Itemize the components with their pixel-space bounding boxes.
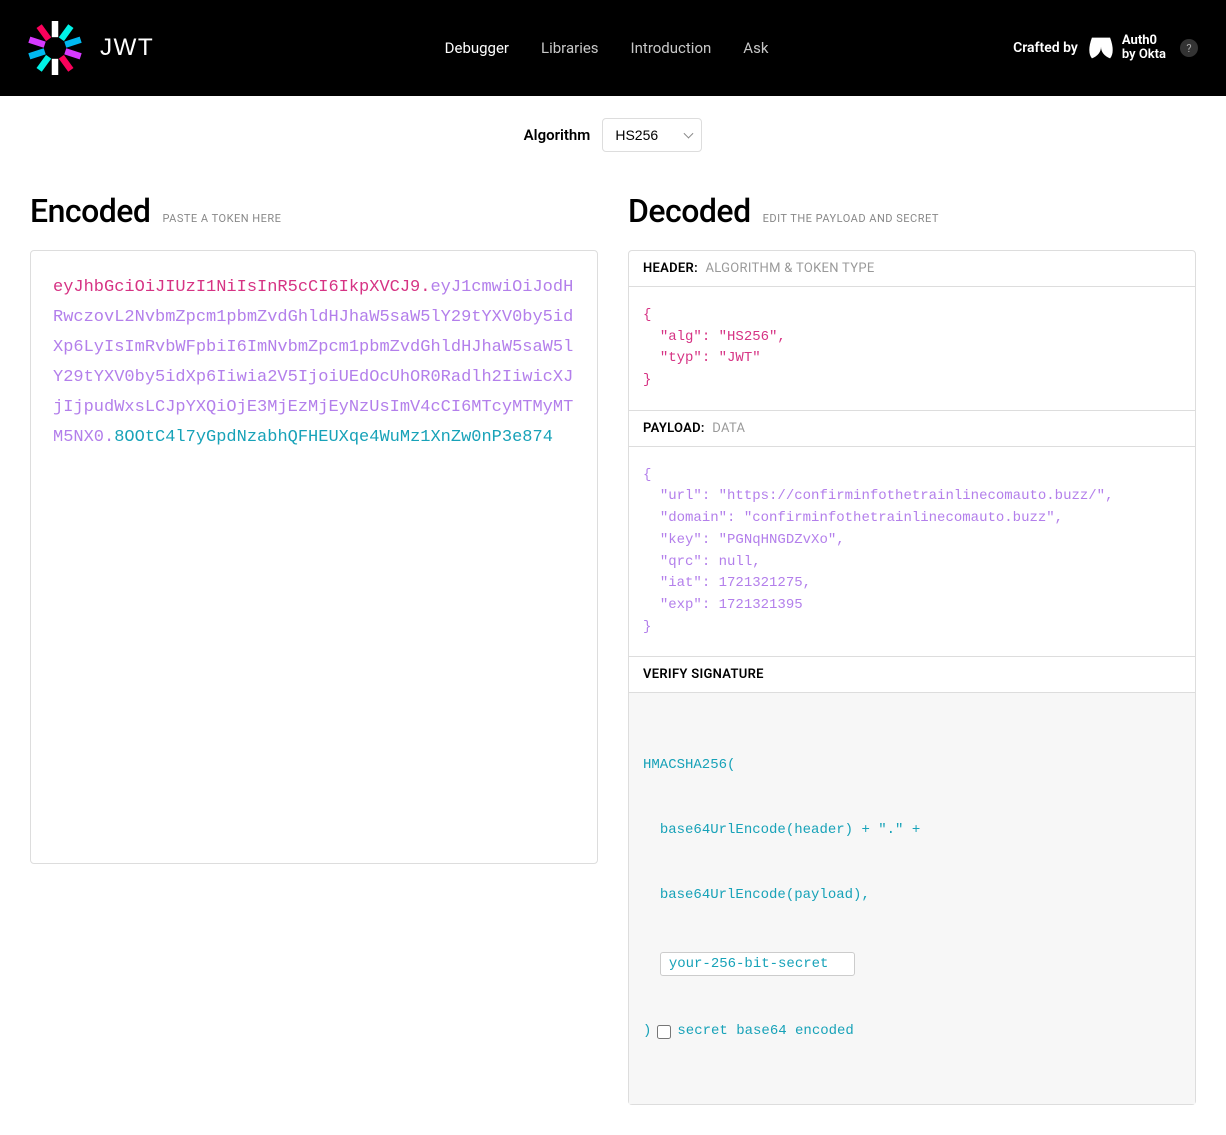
crafted-label: Crafted by — [1013, 40, 1078, 56]
payload-sublabel: DATA — [712, 421, 745, 436]
payload-label: PAYLOAD: — [643, 421, 705, 436]
okta-text: by Okta — [1122, 48, 1166, 62]
auth0-shield-icon — [1088, 35, 1114, 61]
secret-base64-checkbox[interactable] — [657, 1025, 671, 1039]
decoded-hint: EDIT THE PAYLOAD AND SECRET — [763, 212, 939, 225]
header-label: HEADER: — [643, 261, 698, 276]
token-header-part: eyJhbGciOiJIUzI1NiIsInR5cCI6IkpXVCJ9 — [53, 278, 420, 297]
encoded-token-input[interactable]: eyJhbGciOiJIUzI1NiIsInR5cCI6IkpXVCJ9.eyJ… — [30, 250, 598, 864]
algorithm-bar: Algorithm HS256 — [0, 118, 1226, 152]
crafted-by[interactable]: Crafted by Auth0 by Okta — [1013, 34, 1166, 61]
decoded-title: Decoded — [628, 192, 751, 230]
sig-line1: HMACSHA256( — [643, 755, 1181, 777]
jwt-wordmark-icon: JWT — [100, 33, 200, 63]
main-nav: Debugger Libraries Introduction Ask — [445, 39, 769, 57]
auth0-text: Auth0 — [1122, 34, 1166, 48]
help-icon[interactable]: ? — [1180, 39, 1198, 57]
nav-libraries[interactable]: Libraries — [541, 39, 599, 57]
algorithm-select[interactable]: HS256 — [602, 118, 702, 152]
sig-closing: ) — [643, 1021, 651, 1043]
token-payload-part: eyJ1cmwiOiJodHRwczovL2NvbmZpcm1pbmZvdGhl… — [53, 278, 573, 447]
secret-base64-label: secret base64 encoded — [677, 1021, 853, 1043]
top-navbar: JWT Debugger Libraries Introduction Ask … — [0, 0, 1226, 96]
svg-text:JWT: JWT — [100, 34, 154, 61]
sig-line3: base64UrlEncode(payload), — [643, 885, 1181, 907]
payload-json[interactable]: { "url": "https://confirminfothetrainlin… — [629, 447, 1195, 657]
signature-label: VERIFY SIGNATURE — [643, 667, 764, 682]
secret-input[interactable] — [660, 952, 855, 976]
encoded-title: Encoded — [30, 192, 150, 230]
nav-debugger[interactable]: Debugger — [445, 39, 509, 57]
signature-subpanel: VERIFY SIGNATURE HMACSHA256( base64UrlEn… — [629, 656, 1195, 1104]
algorithm-label: Algorithm — [524, 126, 591, 144]
encoded-column: Encoded PASTE A TOKEN HERE eyJhbGciOiJIU… — [30, 192, 598, 864]
decoded-column: Decoded EDIT THE PAYLOAD AND SECRET HEAD… — [628, 192, 1196, 1105]
header-sublabel: ALGORITHM & TOKEN TYPE — [705, 261, 874, 276]
sig-line2: base64UrlEncode(header) + "." + — [643, 820, 1181, 842]
encoded-hint: PASTE A TOKEN HERE — [162, 212, 281, 225]
nav-introduction[interactable]: Introduction — [631, 39, 712, 57]
token-signature-part: 8OOtC4l7yGpdNzabhQFHEUXqe4WuMz1XnZw0nP3e… — [114, 428, 553, 447]
nav-ask[interactable]: Ask — [743, 39, 768, 57]
payload-subpanel: PAYLOAD: DATA { "url": "https://confirmi… — [629, 410, 1195, 657]
header-json[interactable]: { "alg": "HS256", "typ": "JWT" } — [629, 287, 1195, 410]
logo-group[interactable]: JWT — [28, 21, 200, 75]
signature-body: HMACSHA256( base64UrlEncode(header) + ".… — [629, 693, 1195, 1104]
jwt-logo-icon — [28, 21, 82, 75]
header-subpanel: HEADER: ALGORITHM & TOKEN TYPE { "alg": … — [629, 251, 1195, 410]
